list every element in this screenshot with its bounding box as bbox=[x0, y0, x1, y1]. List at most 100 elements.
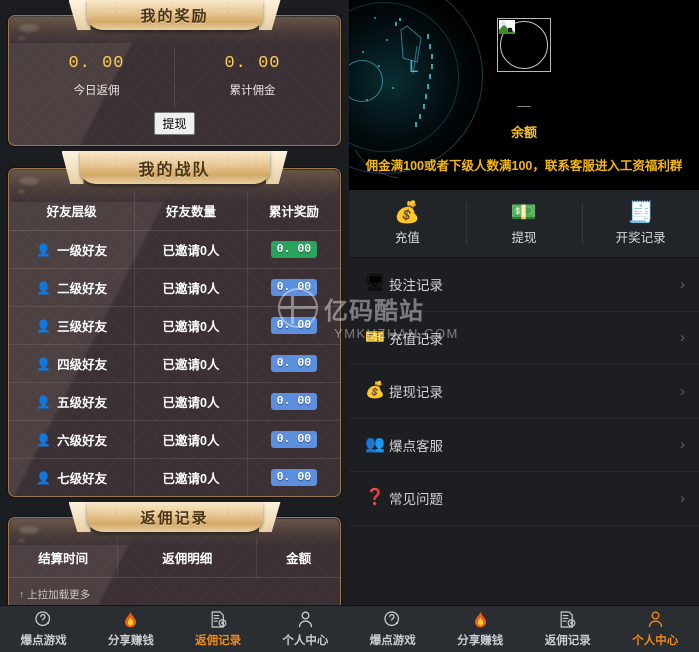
person-blue-icon: 👤 bbox=[36, 242, 52, 257]
cell-count: 已邀请0人 bbox=[134, 458, 248, 496]
today-commission-value: 0. 00 bbox=[68, 54, 125, 73]
record-card: 结算时间 返佣明细 金额 ↑ 上拉加载更多 bbox=[8, 517, 341, 629]
menu-item-monitor[interactable]: 🖥 投注记录 › bbox=[349, 258, 699, 312]
tab-label: 返佣记录 bbox=[195, 635, 242, 647]
avatar[interactable] bbox=[497, 18, 551, 72]
flame-icon bbox=[471, 610, 490, 629]
person-blue-icon: 👤 bbox=[36, 470, 52, 485]
cell-amount: 0. 00 bbox=[247, 420, 340, 459]
withdraw-button[interactable]: 提现 bbox=[154, 112, 195, 135]
left-panel: 我的奖励 0. 00 今日返佣 0. 00 累计佣金 提现 我的战队 好友层级 … bbox=[0, 0, 349, 652]
cell-amount: 0. 00 bbox=[247, 344, 340, 383]
person-blue-icon: 👤 bbox=[36, 280, 52, 295]
menu-item-label: 充值记录 bbox=[389, 331, 443, 347]
menu-item-label: 投注记录 bbox=[389, 278, 443, 294]
cash-icon: 💵 bbox=[510, 200, 538, 224]
chevron-right-icon: › bbox=[680, 275, 685, 293]
team-card-title: 我的战队 bbox=[138, 161, 211, 179]
menu-item-label: 常见问题 bbox=[389, 492, 443, 508]
user-icon bbox=[646, 610, 665, 629]
action-money-bag-icon[interactable]: 💰 充值 bbox=[349, 190, 466, 257]
col-friend-level: 好友层级 bbox=[9, 191, 136, 231]
ticket-icon: 🎫 bbox=[365, 328, 385, 346]
username: — bbox=[517, 98, 531, 113]
tab-flame[interactable]: 分享赚钱 bbox=[437, 606, 525, 652]
reward-badge: 0. 00 bbox=[270, 241, 318, 258]
table-row: 👤 一级好友 已邀请0人 0. 00 bbox=[9, 230, 340, 269]
table-header-row: 好友层级 好友数量 累计奖励 bbox=[9, 191, 340, 231]
reward-badge: 0. 00 bbox=[270, 317, 318, 334]
cell-count: 已邀请0人 bbox=[134, 382, 248, 421]
cell-count: 已邀请0人 bbox=[134, 230, 248, 269]
reward-card-banner: 我的奖励 bbox=[68, 0, 281, 30]
money-bag-icon: 💰 bbox=[394, 200, 421, 224]
tab-label: 分享赚钱 bbox=[457, 635, 504, 647]
cell-level: 👤 七级好友 bbox=[9, 458, 136, 496]
hero-section: L — 余额 佣金满100或者下级人数满100，联系客服进入工资福利群 bbox=[349, 0, 699, 190]
chevron-right-icon: › bbox=[680, 382, 685, 400]
action-cash-icon[interactable]: 💵 提现 bbox=[465, 190, 583, 257]
level-label: 四级好友 bbox=[57, 358, 108, 372]
action-label: 充值 bbox=[394, 230, 420, 245]
team-table-head: 好友层级 好友数量 累计奖励 bbox=[9, 191, 340, 231]
cell-level: 👤 五级好友 bbox=[9, 382, 136, 421]
cell-amount: 0. 00 bbox=[247, 230, 340, 269]
menu-item-money-bag-red[interactable]: 💰 提现记录 › bbox=[349, 365, 699, 419]
table-row: 👤 四级好友 已邀请0人 0. 00 bbox=[9, 344, 340, 383]
action-label: 提现 bbox=[511, 230, 537, 245]
level-label: 七级好友 bbox=[57, 472, 108, 486]
level-label: 二级好友 bbox=[57, 282, 108, 296]
money-bag-red-icon: 💰 bbox=[365, 382, 385, 400]
cell-amount: 0. 00 bbox=[247, 459, 340, 497]
menu-item-label: 爆点客服 bbox=[389, 438, 443, 454]
question-circle-icon bbox=[383, 610, 402, 629]
bottom-nav-right: 爆点游戏 分享赚钱 返佣记录 个人中心 bbox=[349, 605, 699, 652]
balance-label: 余额 bbox=[510, 125, 537, 140]
team-card-banner: 我的战队 bbox=[61, 151, 288, 184]
col-friend-count: 好友数量 bbox=[134, 191, 248, 231]
record-card-title: 返佣记录 bbox=[140, 509, 209, 527]
action-label: 开奖记录 bbox=[615, 230, 666, 245]
col-rebate-detail: 返佣明细 bbox=[118, 538, 258, 577]
cell-amount: 0. 00 bbox=[247, 268, 340, 307]
table-row: 👤 五级好友 已邀请0人 0. 00 bbox=[9, 382, 340, 421]
level-label: 三级好友 bbox=[57, 320, 108, 334]
reward-badge: 0. 00 bbox=[270, 355, 318, 372]
table-row: 👤 六级好友 已邀请0人 0. 00 bbox=[9, 420, 340, 459]
load-more-hint[interactable]: ↑ 上拉加载更多 bbox=[9, 578, 340, 628]
person-blue-icon: 👤 bbox=[36, 356, 52, 371]
broken-image-icon bbox=[499, 20, 515, 34]
quick-action-bar: 💰 充值 💵 提现 🧾 开奖记录 bbox=[349, 190, 699, 258]
level-label: 六级好友 bbox=[57, 434, 108, 448]
tab-user[interactable]: 个人中心 bbox=[612, 606, 699, 652]
tab-document-gear[interactable]: 返佣记录 bbox=[524, 606, 612, 652]
person-blue-icon: 👤 bbox=[36, 432, 52, 447]
team-table-body: 👤 一级好友 已邀请0人 0. 00 👤 二级好友 已邀请0人 0. 00 👤 三级好友 已邀请0人… bbox=[9, 230, 340, 497]
total-commission-value: 0. 00 bbox=[224, 54, 281, 73]
cell-amount: 0. 00 bbox=[247, 382, 340, 421]
cell-count: 已邀请0人 bbox=[134, 344, 248, 383]
menu-item-question-mark[interactable]: ❓ 常见问题 › bbox=[349, 472, 699, 526]
record-card-banner: 返佣记录 bbox=[68, 502, 281, 532]
menu-item-ticket[interactable]: 🎫 充值记录 › bbox=[349, 312, 699, 365]
tab-question-circle[interactable]: 爆点游戏 bbox=[349, 606, 437, 652]
record-card-inner: 结算时间 返佣明细 金额 ↑ 上拉加载更多 bbox=[9, 518, 340, 628]
today-commission-label: 今日返佣 bbox=[73, 85, 120, 97]
promo-notice: 佣金满100或者下级人数满100，联系客服进入工资福利群 bbox=[365, 159, 683, 173]
cell-level: 👤 二级好友 bbox=[9, 268, 136, 307]
cell-level: 👤 一级好友 bbox=[9, 230, 136, 269]
cell-level: 👤 六级好友 bbox=[9, 420, 136, 459]
reward-badge: 0. 00 bbox=[270, 393, 318, 410]
team-card-wrapper: 我的战队 好友层级 好友数量 累计奖励 👤 一级好友 已邀请0人 0. 00 👤… bbox=[8, 151, 341, 497]
col-settle-time: 结算时间 bbox=[9, 538, 119, 577]
chevron-right-icon: › bbox=[680, 489, 685, 507]
reward-card-title: 我的奖励 bbox=[140, 7, 209, 25]
table-row: 👤 三级好友 已邀请0人 0. 00 bbox=[9, 306, 340, 345]
withdraw-button-wrap: 提现 bbox=[9, 110, 340, 145]
today-commission-cell: 0. 00 今日返佣 bbox=[19, 48, 174, 108]
support-agents-icon: 👥 bbox=[365, 435, 385, 453]
reward-card-inner: 0. 00 今日返佣 0. 00 累计佣金 提现 bbox=[9, 16, 340, 145]
action-lottery-record-icon[interactable]: 🧾 开奖记录 bbox=[582, 190, 699, 257]
menu-item-support-agents[interactable]: 👥 爆点客服 › bbox=[349, 419, 699, 472]
tab-label: 分享赚钱 bbox=[107, 635, 154, 647]
